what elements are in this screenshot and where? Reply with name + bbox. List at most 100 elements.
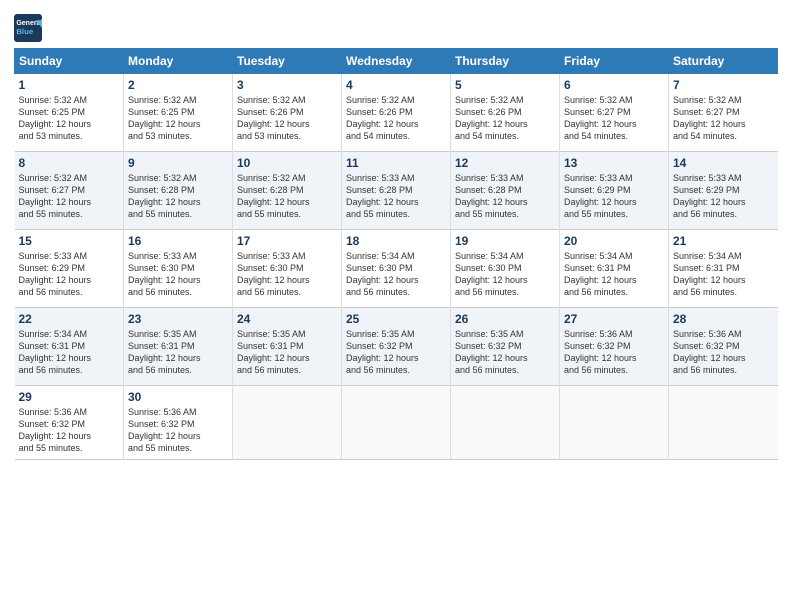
- day-info: Sunrise: 5:34 AM Sunset: 6:31 PM Dayligh…: [673, 250, 774, 299]
- day-info: Sunrise: 5:34 AM Sunset: 6:30 PM Dayligh…: [455, 250, 555, 299]
- day-number: 7: [673, 78, 774, 92]
- col-header-thursday: Thursday: [451, 49, 560, 74]
- calendar-cell: 18 Sunrise: 5:34 AM Sunset: 6:30 PM Dayli…: [342, 230, 451, 308]
- day-number: 5: [455, 78, 555, 92]
- day-info: Sunrise: 5:32 AM Sunset: 6:27 PM Dayligh…: [19, 172, 120, 221]
- day-number: 18: [346, 234, 446, 248]
- logo-icon: General Blue: [14, 14, 42, 42]
- day-number: 21: [673, 234, 774, 248]
- calendar-cell: 23 Sunrise: 5:35 AM Sunset: 6:31 PM Dayli…: [124, 308, 233, 386]
- day-info: Sunrise: 5:32 AM Sunset: 6:26 PM Dayligh…: [346, 94, 446, 143]
- day-info: Sunrise: 5:34 AM Sunset: 6:31 PM Dayligh…: [19, 328, 120, 377]
- col-header-friday: Friday: [560, 49, 669, 74]
- header: General Blue: [14, 10, 778, 42]
- calendar-cell: 15 Sunrise: 5:33 AM Sunset: 6:29 PM Dayli…: [15, 230, 124, 308]
- day-number: 28: [673, 312, 774, 326]
- day-info: Sunrise: 5:34 AM Sunset: 6:31 PM Dayligh…: [564, 250, 664, 299]
- day-info: Sunrise: 5:33 AM Sunset: 6:28 PM Dayligh…: [455, 172, 555, 221]
- day-number: 10: [237, 156, 337, 170]
- calendar-page: General Blue SundayMondayTuesdayWednesda…: [0, 0, 792, 612]
- calendar-cell: 8Sunrise: 5:32 AM Sunset: 6:27 PM Daylig…: [15, 152, 124, 230]
- day-number: 3: [237, 78, 337, 92]
- calendar-cell: 1 Sunrise: 5:32 AM Sunset: 6:25 PM Daylig…: [15, 74, 124, 152]
- day-info: Sunrise: 5:32 AM Sunset: 6:28 PM Dayligh…: [237, 172, 337, 221]
- calendar-cell: 21 Sunrise: 5:34 AM Sunset: 6:31 PM Dayli…: [669, 230, 778, 308]
- calendar-cell: 16 Sunrise: 5:33 AM Sunset: 6:30 PM Dayli…: [124, 230, 233, 308]
- day-number: 20: [564, 234, 664, 248]
- day-info: Sunrise: 5:36 AM Sunset: 6:32 PM Dayligh…: [128, 406, 228, 455]
- day-info: Sunrise: 5:36 AM Sunset: 6:32 PM Dayligh…: [564, 328, 664, 377]
- day-info: Sunrise: 5:35 AM Sunset: 6:32 PM Dayligh…: [455, 328, 555, 377]
- calendar-cell: 7 Sunrise: 5:32 AM Sunset: 6:27 PM Daylig…: [669, 74, 778, 152]
- calendar-cell: 14Sunrise: 5:33 AM Sunset: 6:29 PM Dayli…: [669, 152, 778, 230]
- col-header-sunday: Sunday: [15, 49, 124, 74]
- day-number: 11: [346, 156, 446, 170]
- calendar-cell: 19 Sunrise: 5:34 AM Sunset: 6:30 PM Dayli…: [451, 230, 560, 308]
- day-info: Sunrise: 5:36 AM Sunset: 6:32 PM Dayligh…: [19, 406, 120, 455]
- day-number: 27: [564, 312, 664, 326]
- calendar-cell: 12 Sunrise: 5:33 AM Sunset: 6:28 PM Dayli…: [451, 152, 560, 230]
- day-info: Sunrise: 5:32 AM Sunset: 6:26 PM Dayligh…: [455, 94, 555, 143]
- calendar-cell: 10 Sunrise: 5:32 AM Sunset: 6:28 PM Dayli…: [233, 152, 342, 230]
- day-number: 24: [237, 312, 337, 326]
- day-info: Sunrise: 5:35 AM Sunset: 6:32 PM Dayligh…: [346, 328, 446, 377]
- day-number: 19: [455, 234, 555, 248]
- day-info: Sunrise: 5:34 AM Sunset: 6:30 PM Dayligh…: [346, 250, 446, 299]
- calendar-table: SundayMondayTuesdayWednesdayThursdayFrid…: [14, 48, 778, 460]
- calendar-cell: 27 Sunrise: 5:36 AM Sunset: 6:32 PM Dayli…: [560, 308, 669, 386]
- calendar-cell: [560, 386, 669, 460]
- day-number: 30: [128, 390, 228, 404]
- day-number: 25: [346, 312, 446, 326]
- col-header-saturday: Saturday: [669, 49, 778, 74]
- calendar-cell: 24 Sunrise: 5:35 AM Sunset: 6:31 PM Dayli…: [233, 308, 342, 386]
- col-header-monday: Monday: [124, 49, 233, 74]
- day-number: 2: [128, 78, 228, 92]
- day-number: 17: [237, 234, 337, 248]
- day-info: Sunrise: 5:32 AM Sunset: 6:26 PM Dayligh…: [237, 94, 337, 143]
- calendar-cell: 6Sunrise: 5:32 AM Sunset: 6:27 PM Daylig…: [560, 74, 669, 152]
- calendar-cell: [233, 386, 342, 460]
- day-info: Sunrise: 5:33 AM Sunset: 6:30 PM Dayligh…: [128, 250, 228, 299]
- calendar-cell: 13 Sunrise: 5:33 AM Sunset: 6:29 PM Dayli…: [560, 152, 669, 230]
- calendar-cell: 2 Sunrise: 5:32 AM Sunset: 6:25 PM Daylig…: [124, 74, 233, 152]
- day-info: Sunrise: 5:33 AM Sunset: 6:30 PM Dayligh…: [237, 250, 337, 299]
- calendar-cell: [669, 386, 778, 460]
- calendar-cell: 26 Sunrise: 5:35 AM Sunset: 6:32 PM Dayli…: [451, 308, 560, 386]
- col-header-tuesday: Tuesday: [233, 49, 342, 74]
- day-number: 15: [19, 234, 120, 248]
- day-number: 4: [346, 78, 446, 92]
- day-info: Sunrise: 5:32 AM Sunset: 6:25 PM Dayligh…: [128, 94, 228, 143]
- day-number: 1: [19, 78, 120, 92]
- day-info: Sunrise: 5:33 AM Sunset: 6:29 PM Dayligh…: [564, 172, 664, 221]
- day-number: 13: [564, 156, 664, 170]
- day-info: Sunrise: 5:32 AM Sunset: 6:25 PM Dayligh…: [19, 94, 120, 143]
- calendar-cell: 29 Sunrise: 5:36 AM Sunset: 6:32 PM Dayli…: [15, 386, 124, 460]
- day-number: 12: [455, 156, 555, 170]
- calendar-cell: 17 Sunrise: 5:33 AM Sunset: 6:30 PM Dayli…: [233, 230, 342, 308]
- day-info: Sunrise: 5:33 AM Sunset: 6:28 PM Dayligh…: [346, 172, 446, 221]
- calendar-header-row: SundayMondayTuesdayWednesdayThursdayFrid…: [15, 49, 778, 74]
- calendar-cell: 4 Sunrise: 5:32 AM Sunset: 6:26 PM Daylig…: [342, 74, 451, 152]
- calendar-cell: 20 Sunrise: 5:34 AM Sunset: 6:31 PM Dayli…: [560, 230, 669, 308]
- day-info: Sunrise: 5:35 AM Sunset: 6:31 PM Dayligh…: [237, 328, 337, 377]
- day-number: 6: [564, 78, 664, 92]
- svg-text:Blue: Blue: [16, 27, 34, 36]
- day-info: Sunrise: 5:32 AM Sunset: 6:28 PM Dayligh…: [128, 172, 228, 221]
- calendar-cell: 9 Sunrise: 5:32 AM Sunset: 6:28 PM Daylig…: [124, 152, 233, 230]
- day-number: 22: [19, 312, 120, 326]
- calendar-cell: 5 Sunrise: 5:32 AM Sunset: 6:26 PM Daylig…: [451, 74, 560, 152]
- calendar-cell: 22 Sunrise: 5:34 AM Sunset: 6:31 PM Dayli…: [15, 308, 124, 386]
- day-number: 23: [128, 312, 228, 326]
- day-info: Sunrise: 5:32 AM Sunset: 6:27 PM Dayligh…: [673, 94, 774, 143]
- day-info: Sunrise: 5:35 AM Sunset: 6:31 PM Dayligh…: [128, 328, 228, 377]
- day-info: Sunrise: 5:33 AM Sunset: 6:29 PM Dayligh…: [19, 250, 120, 299]
- calendar-cell: 11 Sunrise: 5:33 AM Sunset: 6:28 PM Dayli…: [342, 152, 451, 230]
- day-number: 16: [128, 234, 228, 248]
- logo: General Blue: [14, 14, 46, 42]
- day-number: 29: [19, 390, 120, 404]
- day-info: Sunrise: 5:36 AM Sunset: 6:32 PM Dayligh…: [673, 328, 774, 377]
- col-header-wednesday: Wednesday: [342, 49, 451, 74]
- day-number: 9: [128, 156, 228, 170]
- calendar-cell: 28 Sunrise: 5:36 AM Sunset: 6:32 PM Dayli…: [669, 308, 778, 386]
- day-number: 26: [455, 312, 555, 326]
